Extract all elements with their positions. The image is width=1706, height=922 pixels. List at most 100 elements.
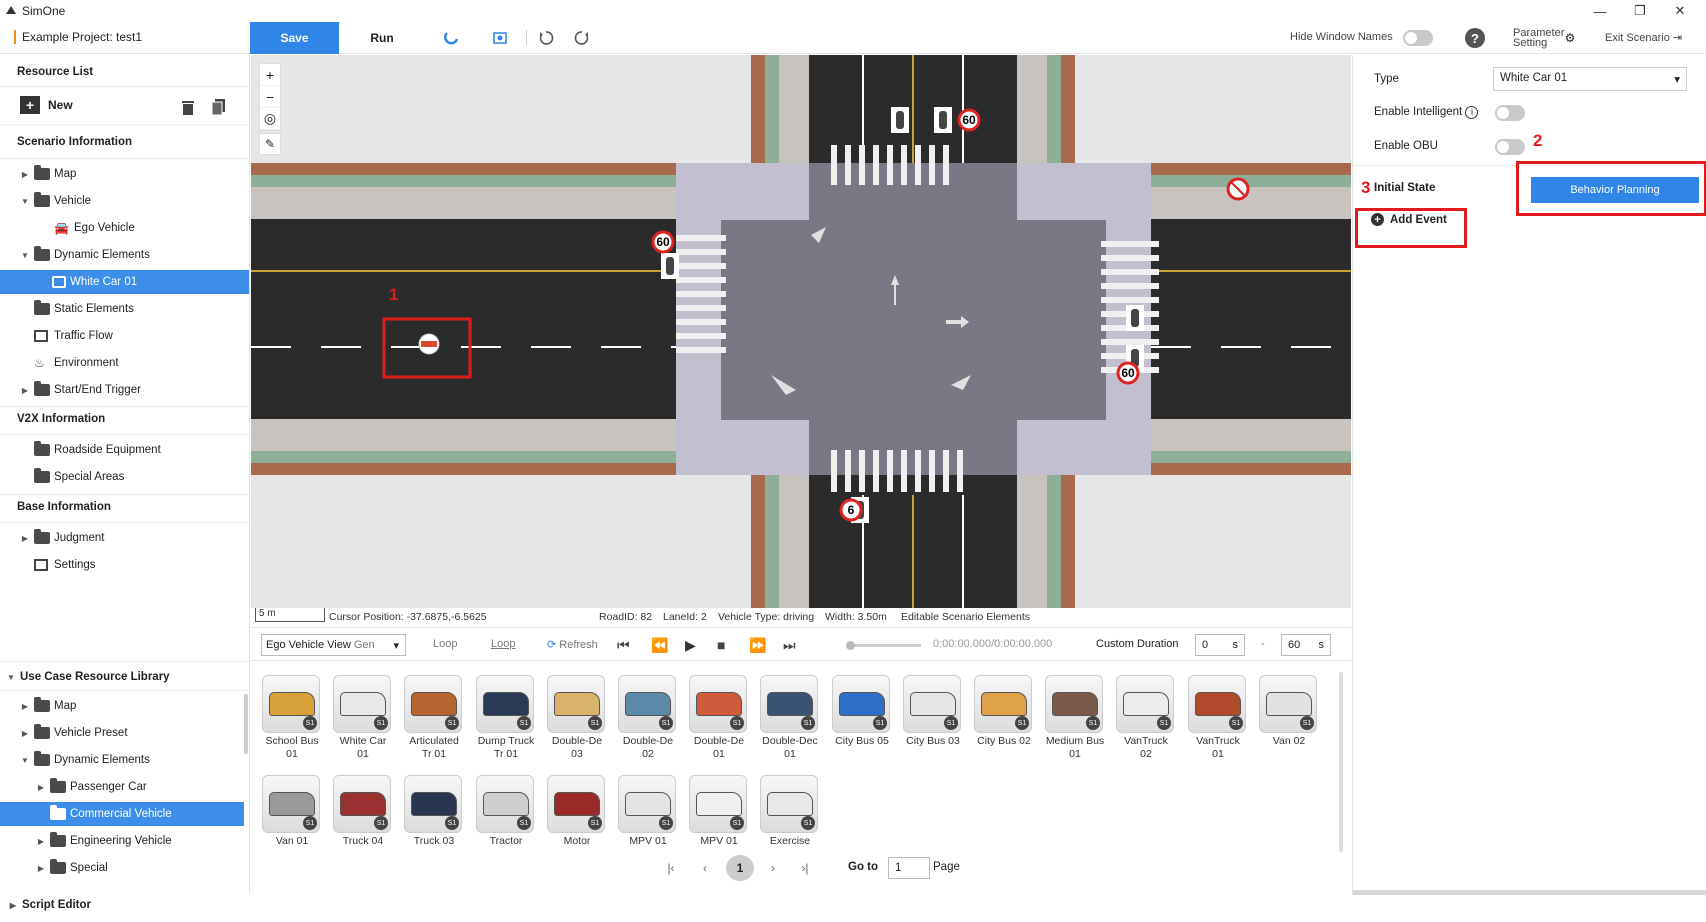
zoom-out-button[interactable]: −: [260, 86, 280, 108]
hide-window-names-toggle[interactable]: [1403, 30, 1433, 46]
step-forward-icon[interactable]: ⏩: [749, 637, 766, 654]
tree-item-settings[interactable]: Settings: [0, 553, 249, 577]
library-vehicle-card[interactable]: S1 Articulated Tr 01: [404, 675, 464, 765]
library-vehicle-card[interactable]: S1 Truck 04: [333, 775, 393, 865]
exit-scenario-button[interactable]: Exit Scenario ⇥: [1605, 31, 1682, 44]
run-button[interactable]: Run: [340, 22, 424, 54]
tree-item-white-car-01[interactable]: White Car 01: [0, 270, 249, 294]
library-vehicle-card[interactable]: S1 Exercise: [760, 775, 820, 865]
library-vehicle-card[interactable]: S1 Tractor: [476, 775, 536, 865]
library-scrollbar[interactable]: [244, 694, 248, 754]
vehicle-name: Truck 04: [342, 835, 384, 847]
last-page-button[interactable]: ›|: [794, 857, 816, 879]
tree-item-environment[interactable]: ♨ Environment: [0, 351, 249, 375]
library-vehicle-card[interactable]: S1 VanTruck 02: [1116, 675, 1176, 765]
library-vehicle-card[interactable]: S1 Motor: [547, 775, 607, 865]
add-event-button[interactable]: + Add Event: [1371, 213, 1447, 226]
tree-item-dynamic-elements[interactable]: ▼ Dynamic Elements: [0, 243, 249, 267]
library-vehicle-card[interactable]: S1 Double-De 01: [689, 675, 749, 765]
screenshot-icon[interactable]: [490, 28, 510, 48]
first-page-button[interactable]: |‹: [660, 857, 682, 879]
close-button[interactable]: ✕: [1660, 0, 1700, 22]
tree-item-traffic-flow[interactable]: Traffic Flow: [0, 324, 249, 348]
library-vehicle-card[interactable]: S1 City Bus 03: [903, 675, 963, 765]
view-select[interactable]: Ego Vehicle View Gen ▾: [261, 634, 406, 656]
library-item-passenger-car[interactable]: ▶ Passenger Car: [0, 775, 240, 799]
library-vehicle-card[interactable]: S1 Double-De 03: [547, 675, 607, 765]
info-icon[interactable]: i: [1465, 106, 1479, 119]
library-vehicle-card[interactable]: S1 Dump Truck Tr 01: [476, 675, 536, 765]
library-item-map[interactable]: ▶ Map: [0, 694, 240, 718]
tree-item-start-end-trigger[interactable]: ▶ Start/End Trigger: [0, 378, 249, 402]
use-case-library-header[interactable]: ▼ Use Case Resource Library: [0, 665, 249, 689]
duration-start-input[interactable]: 0 s: [1195, 634, 1245, 656]
play-icon[interactable]: ▶: [685, 637, 696, 654]
skip-forward-icon[interactable]: ⏭: [783, 637, 796, 654]
maximize-button[interactable]: ❐: [1620, 0, 1660, 22]
tree-item-vehicle[interactable]: ▼ Vehicle: [0, 189, 249, 213]
save-button[interactable]: Save: [250, 22, 339, 54]
minimize-button[interactable]: —: [1580, 0, 1620, 22]
prev-page-button[interactable]: ‹: [694, 857, 716, 879]
tree-item-judgment[interactable]: ▶ Judgment: [0, 526, 249, 550]
duration-end-input[interactable]: 60 s: [1281, 634, 1331, 656]
ruler-icon[interactable]: ✎: [259, 133, 281, 155]
map-canvas[interactable]: 60 60 60 6 1 + − ◎ ✎: [251, 55, 1351, 608]
type-select[interactable]: White Car 01 ▾: [1493, 67, 1687, 91]
intersection-map[interactable]: 60 60 60 6 1: [251, 55, 1351, 608]
loop-mode-button[interactable]: Loop: [491, 638, 515, 650]
library-item-vehicle-preset[interactable]: ▶ Vehicle Preset: [0, 721, 240, 745]
delete-icon[interactable]: [180, 98, 196, 116]
enable-intelligent-toggle[interactable]: [1495, 105, 1525, 121]
library-vehicle-card[interactable]: S1 Van 01: [262, 775, 322, 865]
library-item-special[interactable]: ▶ Special: [0, 856, 240, 880]
library-vehicle-card[interactable]: S1 Medium Bus 01: [1045, 675, 1105, 765]
panel-scrollbar[interactable]: [1353, 890, 1706, 895]
library-item-engineering-vehicle[interactable]: ▶ Engineering Vehicle: [0, 829, 240, 853]
tree-item-roadside-equipment[interactable]: Roadside Equipment: [0, 438, 249, 462]
library-vehicle-card[interactable]: S1 Double-De 02: [618, 675, 678, 765]
library-vehicle-card[interactable]: S1 City Bus 02: [974, 675, 1034, 765]
magnet-icon[interactable]: [442, 28, 462, 48]
copy-icon[interactable]: [211, 98, 227, 116]
behavior-planning-button[interactable]: Behavior Planning: [1531, 177, 1699, 203]
tree-item-special-areas[interactable]: Special Areas: [0, 465, 249, 489]
library-grid-scrollbar[interactable]: [1339, 672, 1343, 852]
playback-time: 0:00:00.000/0:00:00.000: [933, 638, 1053, 650]
next-page-button[interactable]: ›: [762, 857, 784, 879]
tree-item-static-elements[interactable]: Static Elements: [0, 297, 249, 321]
tree-item-map[interactable]: ▶ Map: [0, 162, 249, 186]
page-1-button[interactable]: 1: [726, 855, 754, 881]
library-item-dynamic-elements[interactable]: ▼ Dynamic Elements: [0, 748, 240, 772]
new-button[interactable]: + New: [20, 96, 73, 114]
duration-end-value: 60: [1288, 639, 1301, 651]
script-editor-toggle[interactable]: ▶ Script Editor: [0, 894, 250, 916]
library-vehicle-card[interactable]: S1 MPV 01: [618, 775, 678, 865]
library-vehicle-card[interactable]: S1 City Bus 05: [832, 675, 892, 765]
refresh-button[interactable]: ⟳ Refresh: [547, 638, 598, 651]
resource-list-title: Resource List: [17, 66, 94, 78]
library-vehicle-card[interactable]: S1 Van 02: [1259, 675, 1319, 765]
stop-icon[interactable]: ■: [717, 637, 725, 653]
zoom-in-button[interactable]: +: [260, 64, 280, 86]
timeline-slider[interactable]: [846, 641, 921, 650]
library-vehicle-card[interactable]: S1 School Bus 01: [262, 675, 322, 765]
loop-button[interactable]: Loop: [433, 638, 457, 650]
gear-icon[interactable]: ⚙: [1563, 28, 1577, 48]
undo-icon[interactable]: [536, 28, 556, 48]
library-vehicle-card[interactable]: S1 Double-Dec 01: [760, 675, 820, 765]
library-vehicle-card[interactable]: S1 VanTruck 01: [1188, 675, 1248, 765]
help-icon[interactable]: ?: [1465, 28, 1485, 48]
library-item-commercial-vehicle[interactable]: Commercial Vehicle: [0, 802, 244, 826]
locate-icon[interactable]: ◎: [260, 108, 280, 130]
redo-icon[interactable]: [572, 28, 592, 48]
enable-obu-toggle[interactable]: [1495, 139, 1525, 155]
parameter-setting-button[interactable]: Parameter Setting: [1513, 28, 1564, 49]
library-vehicle-card[interactable]: S1 Truck 03: [404, 775, 464, 865]
library-vehicle-card[interactable]: S1 White Car 01: [333, 675, 393, 765]
tree-item-ego-vehicle[interactable]: 🚘 Ego Vehicle: [0, 216, 249, 240]
page-input[interactable]: 1: [888, 857, 930, 879]
library-vehicle-card[interactable]: S1 MPV 01: [689, 775, 749, 865]
skip-back-icon[interactable]: ⏮: [617, 637, 630, 654]
step-back-icon[interactable]: ⏪: [651, 637, 668, 654]
